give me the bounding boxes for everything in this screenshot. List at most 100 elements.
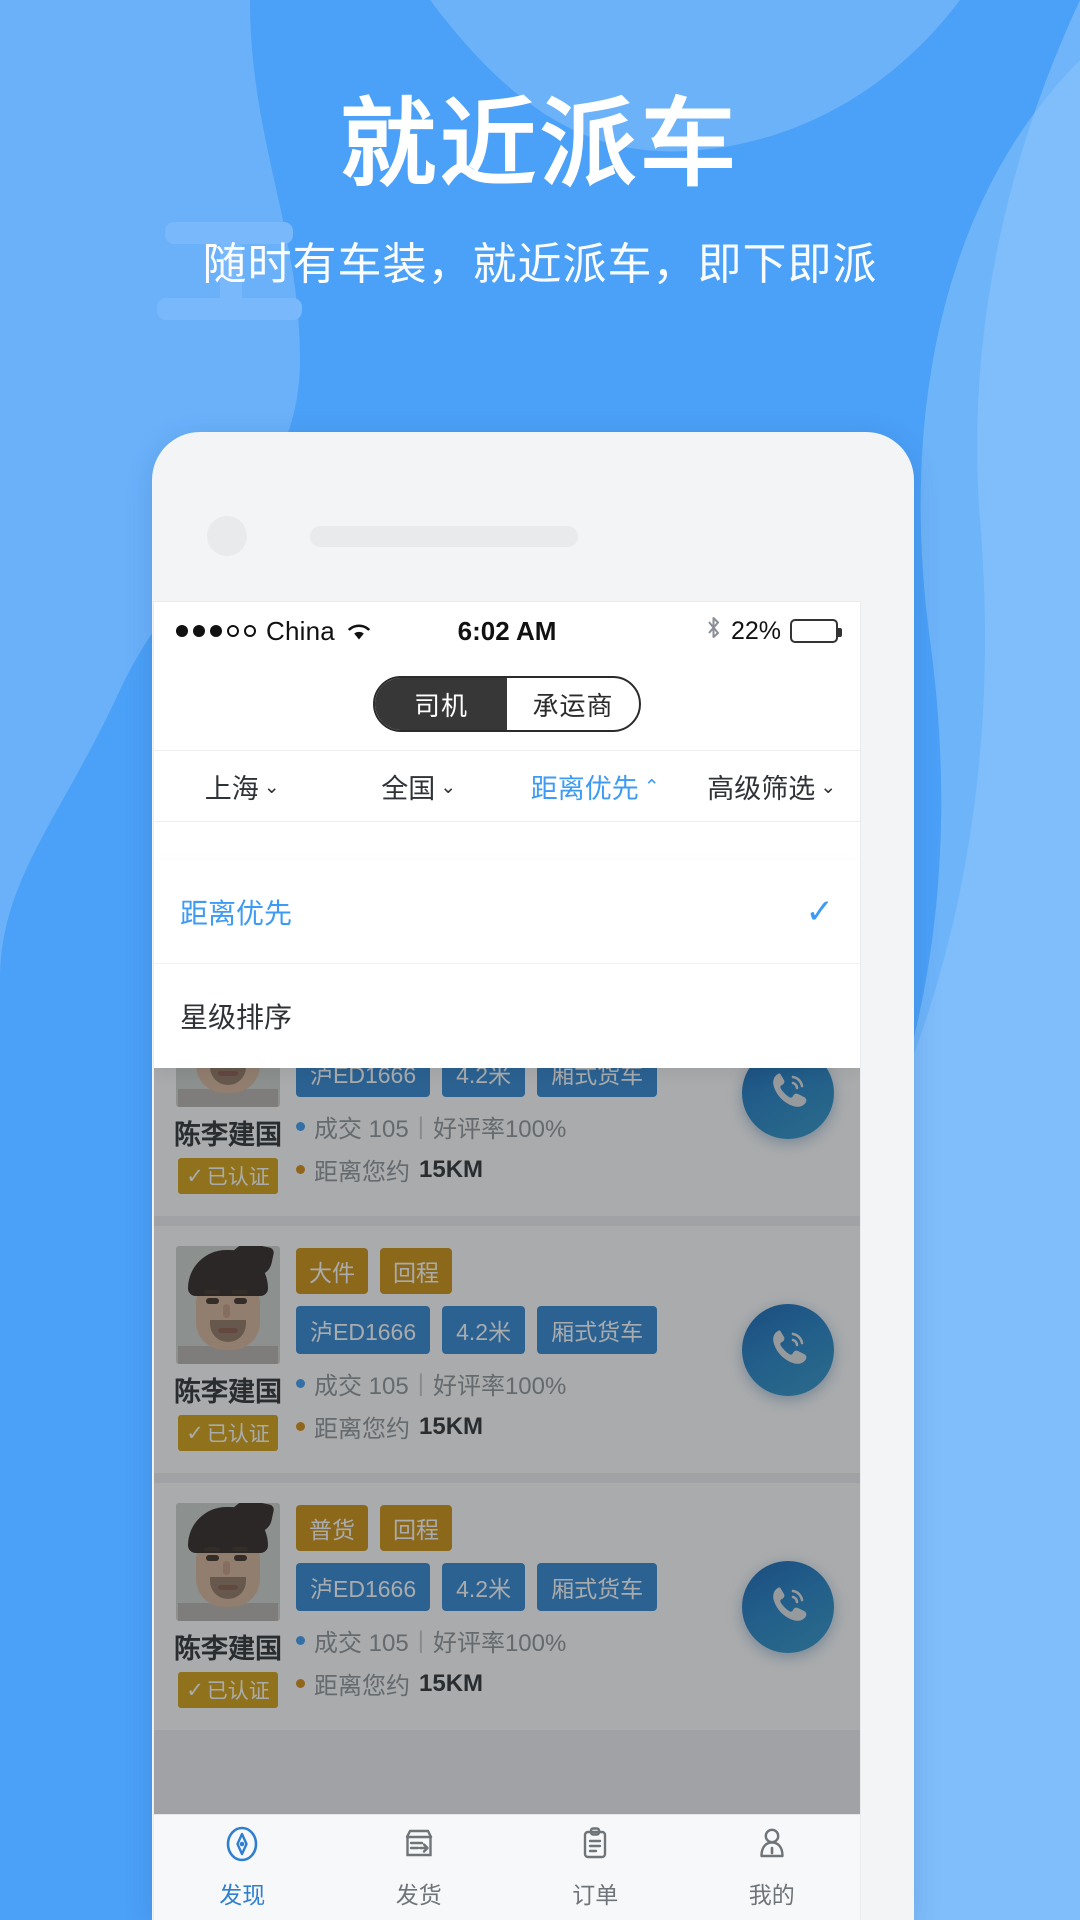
promo-page: 就近派车 随时有车装，就近派车，即下即派 China 6:02 AM 22% 司…	[0, 0, 1080, 1920]
service-tag: 大件	[296, 1248, 368, 1294]
driver-name: 陈李建国	[174, 1634, 282, 1664]
filter-city[interactable]: 上海 ⌄	[154, 767, 331, 806]
avatar	[176, 1246, 280, 1364]
clipboard-order-icon	[576, 1825, 614, 1869]
tab-mine-label: 我的	[748, 1882, 795, 1908]
filter-advanced-label: 高级筛选	[707, 773, 816, 804]
tab-ship[interactable]: 发货	[331, 1815, 508, 1920]
tab-orders-label: 订单	[572, 1882, 619, 1908]
vehicle-tag: 厢式货车	[537, 1306, 658, 1354]
phone-mockup: China 6:02 AM 22% 司机 承运商 上海 ⌄ 全国 ⌄ 距离优先 …	[152, 432, 914, 1920]
driver-distance: 距离您约 15KM	[296, 1666, 838, 1701]
filter-bar: 上海 ⌄ 全国 ⌄ 距离优先 ⌃ 高级筛选 ⌄	[154, 750, 860, 822]
ship-goods-icon	[400, 1825, 438, 1869]
filter-advanced[interactable]: 高级筛选 ⌄	[684, 767, 861, 806]
check-icon: ✓	[186, 1421, 204, 1445]
service-tag: 回程	[380, 1505, 452, 1551]
filter-city-label: 上海	[204, 773, 259, 804]
status-badge: ✓已认证	[178, 1672, 278, 1708]
service-tag-row: 大件 回程	[296, 1248, 838, 1294]
rating-rate: 好评率100%	[432, 1116, 567, 1143]
battery-percent-label: 22%	[730, 616, 782, 645]
stats-separator: |	[417, 1626, 424, 1654]
wifi-icon	[345, 620, 373, 642]
avatar	[176, 1503, 280, 1621]
driver-distance: 距离您约 15KM	[296, 1409, 838, 1444]
segmented-control[interactable]: 司机 承运商	[373, 676, 641, 732]
sort-dropdown[interactable]: 距离优先 ✓ 星级排序	[154, 860, 860, 1068]
vehicle-tag: 泸ED1666	[296, 1563, 431, 1611]
vehicle-tag: 4.2米	[442, 1306, 526, 1354]
compass-icon	[223, 1825, 261, 1869]
page-headline: 就近派车	[340, 91, 740, 198]
service-tag-row: 普货 回程	[296, 1505, 838, 1551]
status-badge: ✓已认证	[178, 1158, 278, 1194]
status-bar-right: 22%	[556, 615, 843, 648]
phone-speaker-icon	[310, 526, 578, 547]
carrier-label: China	[266, 615, 335, 646]
driver-avatar-block: 陈李建国 ✓已认证	[174, 1503, 282, 1708]
dropdown-item-rating-label: 星级排序	[180, 1002, 293, 1033]
signal-strength-icon	[176, 625, 256, 637]
check-icon: ✓	[186, 1678, 204, 1702]
chevron-up-icon: ⌃	[643, 776, 660, 798]
dropdown-item-distance[interactable]: 距离优先 ✓	[154, 860, 860, 964]
tab-carrier[interactable]: 承运商	[507, 678, 639, 730]
phone-call-icon	[763, 1579, 813, 1634]
phone-call-icon	[763, 1065, 813, 1120]
bluetooth-icon	[705, 615, 722, 648]
tab-discover-label: 发现	[219, 1882, 266, 1908]
stats-separator: |	[417, 1369, 424, 1397]
battery-icon	[790, 619, 843, 643]
deals-count: 成交 105	[314, 1116, 409, 1143]
vehicle-tag: 厢式货车	[537, 1563, 658, 1611]
distance-value: 15KM	[419, 1155, 484, 1183]
distance-prefix: 距离您约	[314, 1673, 410, 1700]
chevron-down-icon: ⌄	[440, 776, 457, 798]
tab-discover[interactable]: 发现	[154, 1815, 331, 1920]
service-tag: 普货	[296, 1505, 368, 1551]
dropdown-item-rating[interactable]: 星级排序	[154, 964, 860, 1068]
tab-driver[interactable]: 司机	[375, 678, 507, 730]
chevron-down-icon: ⌄	[263, 776, 280, 798]
status-badge: ✓已认证	[178, 1415, 278, 1451]
vehicle-tag: 泸ED1666	[296, 1306, 431, 1354]
distance-value: 15KM	[419, 1669, 484, 1697]
driver-avatar-block: 陈李建国 ✓已认证	[174, 1246, 282, 1451]
phone-camera-icon	[207, 516, 247, 556]
role-switcher: 司机 承运商	[154, 660, 860, 750]
driver-card[interactable]: 陈李建国 ✓ 已认证 大件 回程 泸ED1666 4.2米 厢式货车 成交 105 | …	[154, 1226, 860, 1473]
filter-sort[interactable]: 距离优先 ⌃	[507, 767, 684, 806]
deals-count: 成交 105	[314, 1630, 409, 1657]
deals-count: 成交 105	[314, 1373, 409, 1400]
page-subheadline: 随时有车装，就近派车，即下即派	[202, 240, 878, 289]
chevron-down-icon: ⌄	[820, 776, 837, 798]
status-bar-left: China	[176, 616, 458, 647]
driver-name: 陈李建国	[174, 1120, 282, 1150]
tab-orders[interactable]: 订单	[507, 1815, 684, 1920]
filter-region[interactable]: 全国 ⌄	[331, 767, 508, 806]
tab-mine[interactable]: 我的	[684, 1815, 861, 1920]
distance-value: 15KM	[419, 1412, 484, 1440]
service-tag: 回程	[380, 1248, 452, 1294]
phone-call-icon	[763, 1322, 813, 1377]
status-bar-clock: 6:02 AM	[457, 615, 557, 646]
driver-name: 陈李建国	[174, 1377, 282, 1407]
call-button[interactable]	[742, 1560, 834, 1653]
rating-rate: 好评率100%	[432, 1373, 567, 1400]
filter-sort-label: 距离优先	[530, 773, 639, 804]
distance-prefix: 距离您约	[314, 1416, 410, 1443]
phone-screen: China 6:02 AM 22% 司机 承运商 上海 ⌄ 全国 ⌄ 距离优先 …	[154, 602, 860, 1920]
distance-prefix: 距离您约	[314, 1159, 410, 1186]
status-bar: China 6:02 AM 22%	[154, 602, 860, 660]
filter-region-label: 全国	[381, 773, 436, 804]
vehicle-tag: 4.2米	[442, 1563, 526, 1611]
bottom-tab-bar: 发现 发货 订单 我的	[154, 1814, 860, 1920]
tab-ship-label: 发货	[395, 1882, 442, 1908]
check-icon: ✓	[805, 892, 835, 931]
call-button[interactable]	[742, 1303, 834, 1396]
stats-separator: |	[417, 1112, 424, 1140]
person-icon	[753, 1825, 791, 1869]
rating-rate: 好评率100%	[432, 1630, 567, 1657]
driver-card[interactable]: 陈李建国 ✓ 已认证 普货 回程 泸ED1666 4.2米 厢式货车 成交 105 | …	[154, 1483, 860, 1730]
